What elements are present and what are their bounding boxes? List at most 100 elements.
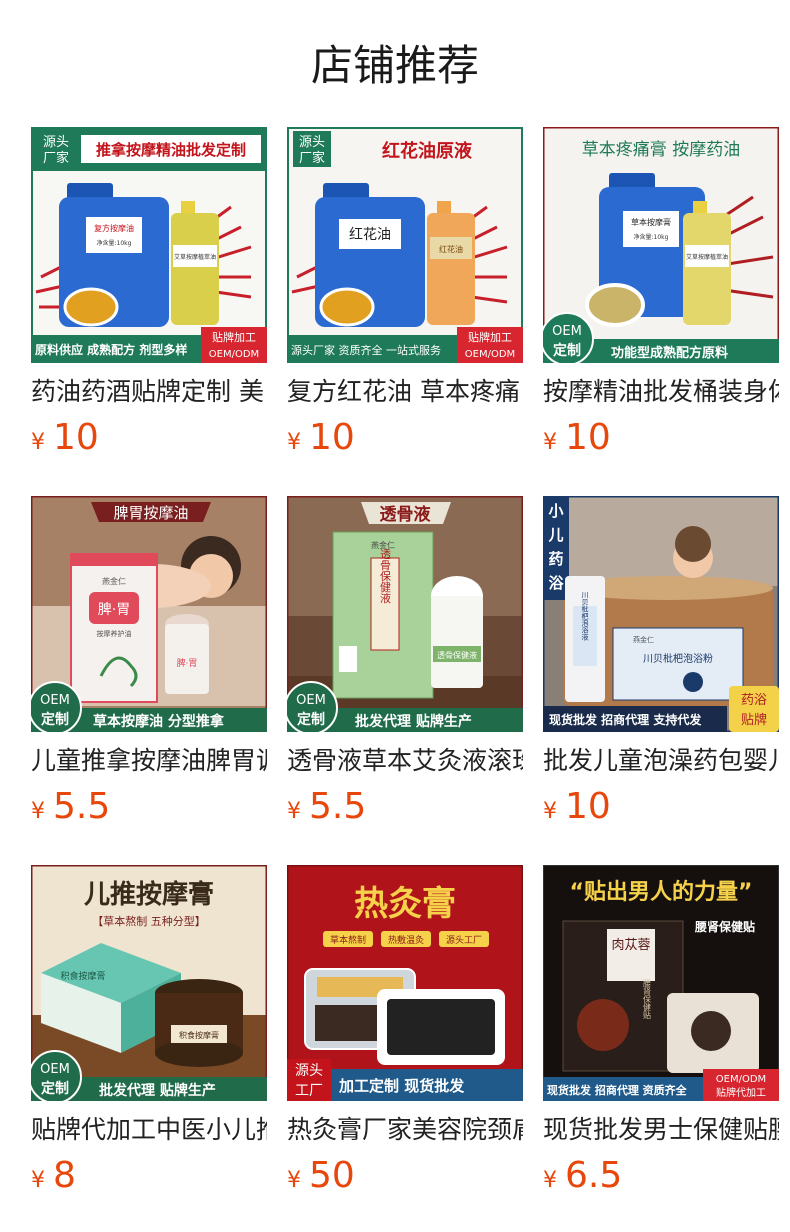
price-amount: 10 — [309, 417, 355, 458]
price-amount: 8 — [53, 1155, 76, 1196]
price-amount: 10 — [565, 417, 611, 458]
chip-2: 热敷温灸 — [388, 934, 424, 946]
svg-text:积食按摩膏: 积食按摩膏 — [60, 970, 105, 982]
corner-tag-line1: 源头 — [43, 135, 69, 150]
product-image[interactable]: 儿推按摩膏 【草本熬制 五种分型】 积食按摩膏 积食按摩膏 OEM 定制 批发代… — [31, 865, 267, 1101]
product-image[interactable]: 草本疼痛膏 按摩药油 草本按摩膏 净含量:10kg 艾草按摩植萃油 OEM 定制… — [543, 127, 779, 363]
product-title[interactable]: 透骨液草本艾灸液滚珠 — [287, 743, 523, 779]
product-price: ¥8 — [31, 1151, 76, 1201]
currency-symbol: ¥ — [543, 799, 557, 824]
bottle-icon: 艾草按摩植萃油 — [683, 201, 731, 325]
product-card[interactable]: 源头 厂家 红花油原液 红花油 红花油 源头厂家 资质齐全 一站式服务 贴牌加工… — [287, 127, 523, 467]
product-card[interactable]: 脾胃按摩油 燕金仁 脾·胃 按摩养护油 脾·胃 OEM 定制 草本按摩油 分型推… — [31, 496, 267, 836]
svg-text:腰肾保健贴: 腰肾保健贴 — [643, 979, 652, 1020]
image-banner: 推拿按摩精油批发定制 — [96, 141, 246, 159]
side-tag-2: 儿 — [547, 526, 563, 544]
price-amount: 10 — [565, 786, 611, 827]
product-title[interactable]: 批发儿童泡澡药包婴儿 — [543, 743, 779, 779]
product-card[interactable]: 源头 厂家 推拿按摩精油批发定制 复方按摩油 净含量:10kg 艾草按摩植萃油 … — [31, 127, 267, 467]
product-title[interactable]: 热灸膏厂家美容院颈肩 — [287, 1112, 523, 1148]
svg-text:定制: 定制 — [297, 711, 325, 728]
image-footer: 现货批发 招商代理 支持代发 — [549, 712, 702, 727]
side-tag-3: 药 — [548, 550, 563, 568]
svg-text:厂家: 厂家 — [299, 150, 325, 166]
plaster-icon — [667, 993, 759, 1073]
oil-dish-icon — [319, 287, 375, 327]
svg-text:按摩养护油: 按摩养护油 — [97, 629, 132, 638]
svg-text:OEM/ODM: OEM/ODM — [716, 1074, 766, 1085]
bottle-icon: 川贝枇杷泡浴液 — [565, 576, 605, 702]
currency-symbol: ¥ — [31, 430, 45, 455]
svg-text:艾草按摩植萃油: 艾草按摩植萃油 — [174, 253, 216, 261]
svg-text:川贝枇杷泡浴粉: 川贝枇杷泡浴粉 — [643, 652, 713, 665]
product-image[interactable]: 源头 厂家 推拿按摩精油批发定制 复方按摩油 净含量:10kg 艾草按摩植萃油 … — [31, 127, 267, 363]
svg-text:源头: 源头 — [295, 1063, 323, 1079]
image-footer: 源头厂家 资质齐全 一站式服务 — [291, 343, 441, 357]
oem-sub: 定制 — [553, 342, 581, 359]
image-footer: 现货批发 招商代理 资质齐全 — [547, 1083, 688, 1097]
product-card[interactable]: 草本疼痛膏 按摩药油 草本按摩膏 净含量:10kg 艾草按摩植萃油 OEM 定制… — [543, 127, 779, 467]
image-banner: 脾胃按摩油 — [113, 504, 188, 522]
svg-text:燕金仁: 燕金仁 — [102, 576, 126, 586]
product-box: 燕金仁 脾·胃 按摩养护油 — [70, 553, 158, 703]
svg-text:OEM/ODM: OEM/ODM — [465, 349, 515, 360]
side-tag-1: 小 — [548, 502, 563, 520]
svg-text:源头: 源头 — [299, 135, 325, 150]
product-card[interactable]: 小 儿 药 浴 川贝枇杷泡浴液 燕金仁 川贝枇杷泡浴粉 现货批发 招商代理 支持… — [543, 496, 779, 836]
bottle-icon: 红花油 — [427, 201, 475, 325]
svg-text:复方按摩油: 复方按摩油 — [94, 223, 134, 233]
image-banner: “贴出男人的力量” — [570, 879, 753, 905]
product-card[interactable]: 儿推按摩膏 【草本熬制 五种分型】 积食按摩膏 积食按摩膏 OEM 定制 批发代… — [31, 865, 267, 1205]
image-footer: 批发代理 贴牌生产 — [99, 1082, 216, 1099]
product-image[interactable]: 热灸膏 草本熬制 热敷温灸 源头工厂 源头 工厂 加工定制 现货批发 — [287, 865, 523, 1101]
svg-text:脾·胃: 脾·胃 — [98, 602, 130, 618]
svg-text:OEM: OEM — [296, 693, 326, 708]
image-banner: 儿推按摩膏 — [84, 879, 214, 910]
product-title[interactable]: 药油药酒贴牌定制 美 — [31, 374, 267, 410]
currency-symbol: ¥ — [543, 430, 557, 455]
product-image[interactable]: 小 儿 药 浴 川贝枇杷泡浴液 燕金仁 川贝枇杷泡浴粉 现货批发 招商代理 支持… — [543, 496, 779, 732]
product-box: 燕金仁 透骨保健液 — [332, 531, 434, 699]
svg-text:贴牌代加工: 贴牌代加工 — [716, 1086, 766, 1099]
roller-bottle-icon: 脾·胃 — [165, 614, 209, 694]
image-footer: 加工定制 现货批发 — [338, 1077, 465, 1095]
product-card[interactable]: 透骨液 燕金仁 透骨保健液 透骨保健液 OEM 定制 批发代理 贴牌生产 透骨液… — [287, 496, 523, 836]
image-banner: 热灸膏 — [354, 884, 456, 924]
svg-text:草本按摩膏: 草本按摩膏 — [631, 217, 671, 227]
svg-text:OEM: OEM — [40, 1062, 70, 1077]
product-title[interactable]: 儿童推拿按摩油脾胃调理 — [31, 743, 267, 779]
svg-text:透骨保健液: 透骨保健液 — [379, 548, 392, 604]
product-price: ¥50 — [287, 1151, 355, 1201]
product-price: ¥5.5 — [31, 782, 110, 832]
product-image[interactable]: 源头 厂家 红花油原液 红花油 红花油 源头厂家 资质齐全 一站式服务 贴牌加工… — [287, 127, 523, 363]
corner-tag-line2: 厂家 — [43, 150, 69, 166]
product-image[interactable]: “贴出男人的力量” 肉苁蓉 腰肾保健贴 腰肾保健贴 现货批发 招商代理 资质齐全… — [543, 865, 779, 1101]
svg-text:净含量:10kg: 净含量:10kg — [97, 239, 132, 247]
product-image[interactable]: 透骨液 燕金仁 透骨保健液 透骨保健液 OEM 定制 批发代理 贴牌生产 — [287, 496, 523, 732]
product-price: ¥10 — [543, 413, 611, 463]
svg-text:红花油: 红花油 — [349, 227, 391, 243]
product-price: ¥10 — [31, 413, 99, 463]
badge-line1: 贴牌加工 — [212, 330, 256, 344]
roller-bottle-icon: 透骨保健液 — [431, 576, 483, 688]
svg-text:定制: 定制 — [41, 711, 69, 728]
svg-text:燕金仁: 燕金仁 — [633, 635, 654, 644]
currency-symbol: ¥ — [543, 1168, 557, 1193]
product-card[interactable]: 热灸膏 草本熬制 热敷温灸 源头工厂 源头 工厂 加工定制 现货批发 热灸膏厂家… — [287, 865, 523, 1205]
badge-line2: OEM/ODM — [209, 349, 259, 360]
product-title[interactable]: 按摩精油批发桶装身体 — [543, 374, 779, 410]
image-banner-sub: 【草本熬制 五种分型】 — [92, 914, 206, 928]
product-title[interactable]: 现货批发男士保健贴腰肾 — [543, 1112, 779, 1148]
product-title[interactable]: 复方红花油 草本疼痛 — [287, 374, 523, 410]
product-card[interactable]: “贴出男人的力量” 肉苁蓉 腰肾保健贴 腰肾保健贴 现货批发 招商代理 资质齐全… — [543, 865, 779, 1205]
product-title[interactable]: 贴牌代加工中医小儿推拿 — [31, 1112, 267, 1148]
currency-symbol: ¥ — [31, 799, 45, 824]
chip-3: 源头工厂 — [446, 935, 482, 946]
side-tag-4: 浴 — [548, 574, 564, 592]
product-image[interactable]: 脾胃按摩油 燕金仁 脾·胃 按摩养护油 脾·胃 OEM 定制 草本按摩油 分型推… — [31, 496, 267, 732]
svg-text:川贝枇杷泡浴液: 川贝枇杷泡浴液 — [581, 592, 589, 642]
svg-text:艾草按摩植萃油: 艾草按摩植萃油 — [686, 253, 728, 261]
plaster-icon — [377, 989, 505, 1065]
price-amount: 6.5 — [565, 1155, 623, 1196]
product-box: 肉苁蓉 腰肾保健贴 — [562, 920, 684, 1072]
